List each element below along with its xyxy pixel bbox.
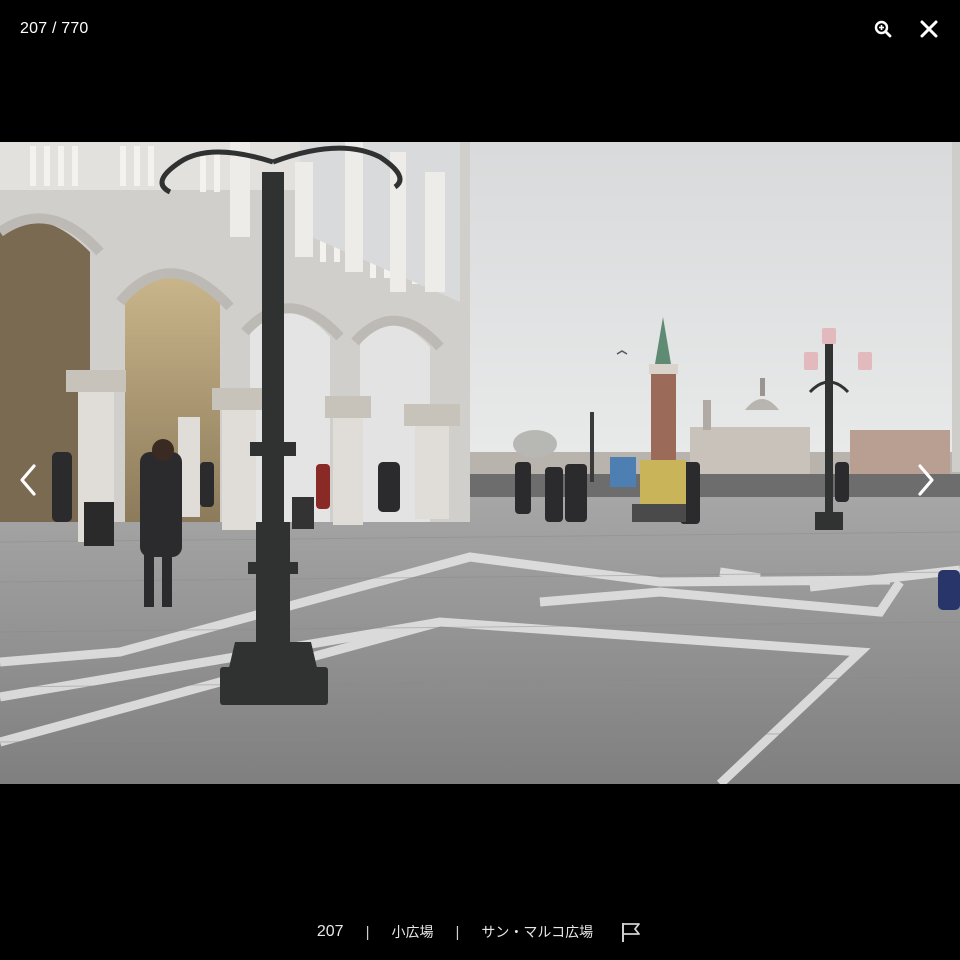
close-icon: [920, 20, 938, 38]
tag-link-piazzetta[interactable]: 小広場: [391, 922, 433, 942]
next-photo-button[interactable]: [906, 460, 946, 500]
caption-separator: |: [455, 923, 460, 941]
photo-image: [0, 142, 960, 784]
photo-counter: 207 / 770: [20, 20, 89, 37]
caption-separator: |: [365, 923, 370, 941]
image-viewer: 207 / 770 207 | 小広場 | サン・マルコ広場: [0, 0, 960, 960]
close-button[interactable]: [916, 16, 942, 42]
chevron-right-icon: [918, 464, 934, 496]
photo-number: 207: [316, 923, 344, 940]
zoom-button[interactable]: [870, 16, 896, 42]
flag-icon: [622, 923, 641, 942]
photo[interactable]: [0, 142, 960, 784]
tag-link-piazza-san-marco[interactable]: サン・マルコ広場: [481, 922, 593, 942]
zoom-in-icon: [874, 20, 892, 38]
previous-photo-button[interactable]: [8, 460, 48, 500]
report-button[interactable]: [619, 920, 643, 944]
caption-bar: 207 | 小広場 | サン・マルコ広場: [0, 916, 960, 948]
top-actions: [870, 16, 942, 42]
chevron-left-icon: [20, 464, 36, 496]
